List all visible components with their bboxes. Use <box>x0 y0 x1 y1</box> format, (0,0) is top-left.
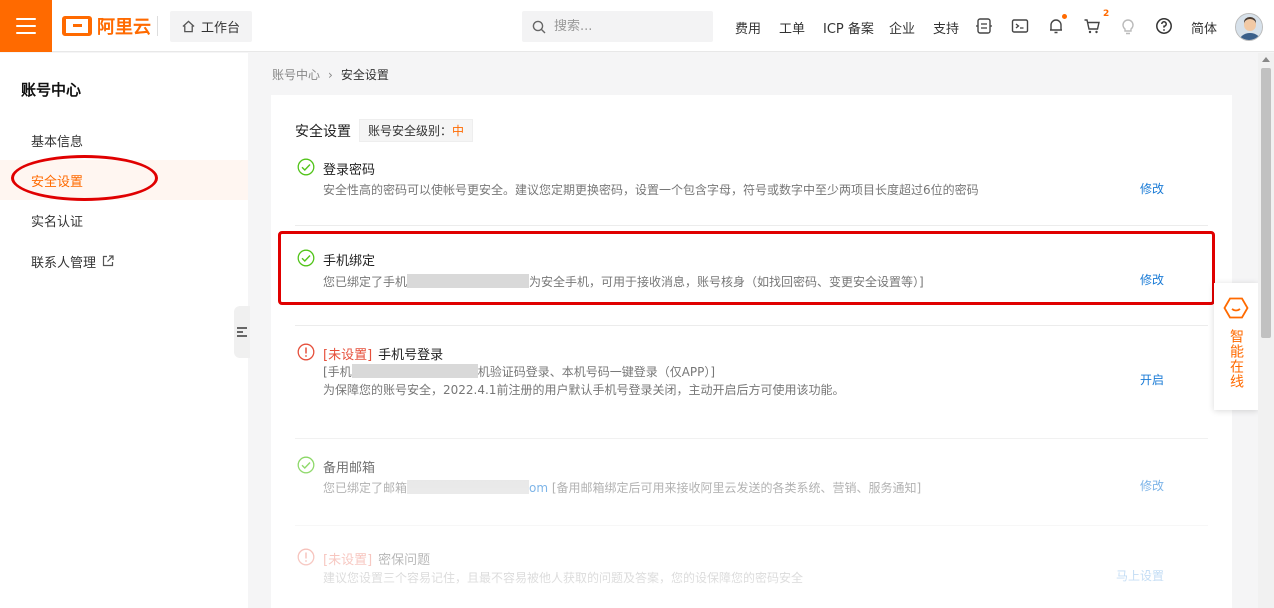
unset-tag: [未设置] <box>323 553 373 568</box>
menu-button[interactable] <box>0 0 52 52</box>
sidebar: 账号中心 基本信息 安全设置 实名认证 联系人管理 <box>0 53 248 608</box>
breadcrumb-parent[interactable]: 账号中心 <box>272 66 320 83</box>
home-icon <box>182 20 195 33</box>
security-row-backup-email: 备用邮箱 您已绑定了邮箱 om [备用邮箱绑定后可用来接收阿里云发送的各类系统、营… <box>295 456 1208 496</box>
sidebar-title: 账号中心 <box>21 81 82 99</box>
sidebar-item-basic-info[interactable]: 基本信息 <box>0 120 248 160</box>
nav-billing[interactable]: 费用 <box>735 18 761 37</box>
external-link-icon <box>102 255 114 267</box>
nav-icp[interactable]: ICP 备案 <box>823 18 874 37</box>
breadcrumb: 账号中心 › 安全设置 <box>272 66 389 83</box>
search-input[interactable] <box>554 19 694 34</box>
redacted-email <box>407 480 530 494</box>
notification-bell-icon[interactable] <box>1046 14 1067 36</box>
help-icon[interactable] <box>1154 16 1174 36</box>
nav-enterprise[interactable]: 企业 <box>889 18 915 37</box>
sidebar-collapse-toggle[interactable] <box>234 306 250 358</box>
assistant-label: 智能在线 <box>1228 329 1244 389</box>
security-row-security-questions: [未设置] 密保问题 建议您设置三个容易记住，且最不容易被他人获取的问题及答案，您… <box>295 548 1208 588</box>
aliyun-logo-icon <box>62 16 92 36</box>
nav-support[interactable]: 支持 <box>933 18 959 37</box>
sidebar-item-contacts[interactable]: 联系人管理 <box>0 241 248 281</box>
warning-circle-icon <box>297 343 315 361</box>
scrollbar-thumb[interactable] <box>1261 68 1271 338</box>
breadcrumb-separator: › <box>328 67 333 82</box>
modify-email-link[interactable]: 修改 <box>1140 477 1164 494</box>
security-row-phone-login: [未设置] 手机号登录 [手机 机验证码登录、本机号码一键登录（仅APP）] 为保障… <box>295 343 1208 403</box>
search-box[interactable] <box>522 11 713 42</box>
collapse-icon <box>237 327 247 337</box>
security-row-login-password: 登录密码 安全性高的密码可以使帐号更安全。建议您定期更换密码，设置一个包含字母，… <box>295 158 1208 198</box>
security-level-badge: 账号安全级别：中 <box>359 119 474 142</box>
unset-tag: [未设置] <box>323 348 373 363</box>
modify-password-link[interactable]: 修改 <box>1140 180 1164 197</box>
assistant-hexagon-icon <box>1223 297 1249 319</box>
check-circle-icon <box>297 456 315 474</box>
user-avatar-icon <box>1236 14 1262 40</box>
cart-icon[interactable]: 2 <box>1082 9 1109 36</box>
annotation-ellipse <box>11 155 158 201</box>
top-bar: 阿里云 工作台 费用 工单 ICP 备案 企业 支持 2 简体 <box>0 0 1274 52</box>
set-security-questions-link[interactable]: 马上设置 <box>1116 567 1164 584</box>
avatar[interactable] <box>1235 13 1263 41</box>
toolkit-icon[interactable] <box>974 16 994 36</box>
logo-divider <box>157 16 158 36</box>
hamburger-icon <box>16 18 36 20</box>
logo-text: 阿里云 <box>97 17 151 38</box>
notification-dot <box>1062 14 1067 19</box>
warning-circle-icon <box>297 548 315 566</box>
annotation-rectangle <box>278 231 1215 305</box>
redacted-phone <box>351 364 478 378</box>
lightbulb-icon[interactable] <box>1118 16 1138 36</box>
nav-tickets[interactable]: 工单 <box>779 18 805 37</box>
breadcrumb-current: 安全设置 <box>340 68 389 82</box>
sidebar-item-real-name[interactable]: 实名认证 <box>0 200 248 240</box>
cart-count-badge: 2 <box>1103 9 1110 19</box>
page-title: 安全设置 账号安全级别：中 <box>295 119 474 142</box>
workbench-button[interactable]: 工作台 <box>170 11 252 42</box>
enable-phone-login-link[interactable]: 开启 <box>1140 371 1164 388</box>
smart-assistant-button[interactable]: 智能在线 <box>1214 283 1258 410</box>
scroll-up-icon[interactable] <box>1262 57 1270 62</box>
aliyun-logo[interactable]: 阿里云 <box>62 13 151 39</box>
language-switch[interactable]: 简体 <box>1191 18 1217 37</box>
check-circle-icon <box>297 158 315 176</box>
security-card: 安全设置 账号安全级别：中 登录密码 安全性高的密码可以使帐号更安全。建议您定期… <box>271 95 1232 608</box>
search-icon <box>532 20 546 33</box>
terminal-icon[interactable] <box>1010 16 1030 36</box>
